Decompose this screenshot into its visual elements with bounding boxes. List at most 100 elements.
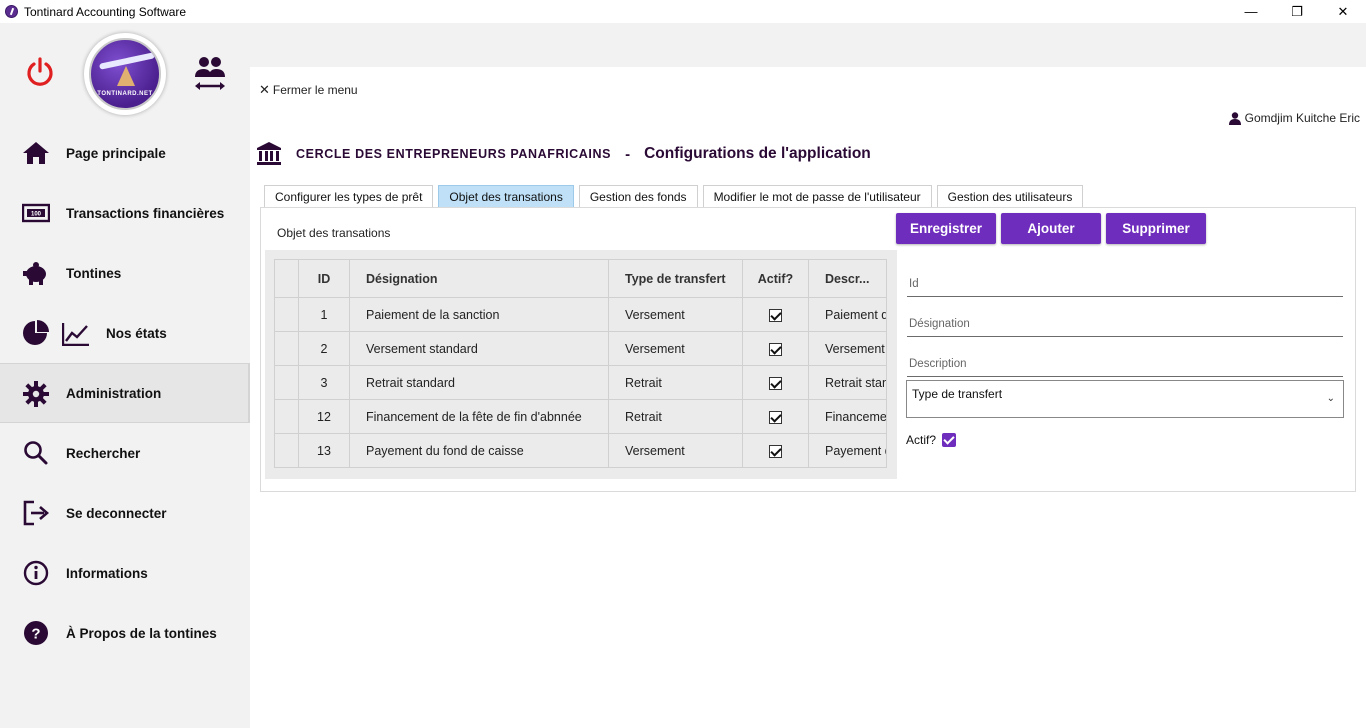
row-selector[interactable]	[274, 331, 299, 366]
info-icon	[23, 560, 49, 586]
title-separator: -	[625, 145, 631, 163]
table-header-row: ID Désignation Type de transfert Actif? …	[274, 259, 887, 298]
user-name: Gomdjim Kuitche Eric	[1244, 111, 1360, 125]
sidebar-item-about[interactable]: ? À Propos de la tontines	[0, 603, 250, 663]
active-label: Actif?	[906, 433, 937, 447]
sidebar-item-transactions[interactable]: 100 Transactions financières	[0, 183, 250, 243]
cell-description: Financement de la fête	[808, 399, 887, 434]
sidebar-item-home[interactable]: Page principale	[0, 123, 250, 183]
id-field[interactable]: Id	[907, 275, 1343, 297]
minimize-button[interactable]: —	[1228, 0, 1274, 23]
tab-panel: Objet des transations Enregistrer Ajoute…	[260, 207, 1356, 492]
row-selector[interactable]	[274, 365, 299, 400]
column-header-description[interactable]: Descr...	[808, 259, 887, 298]
sidebar-item-label: À Propos de la tontines	[66, 625, 217, 641]
active-checkbox[interactable]	[769, 410, 782, 424]
bank-icon	[257, 142, 281, 165]
cell-id: 13	[298, 433, 350, 468]
transfer-type-select[interactable]: Type de transfert ⌄	[906, 380, 1344, 418]
row-selector[interactable]	[274, 433, 299, 468]
cell-transfer-type: Versement	[608, 433, 743, 468]
window-title: Tontinard Accounting Software	[24, 4, 187, 19]
banknote-icon: 100	[22, 203, 50, 223]
company-logo: TONTINARD.NET	[84, 33, 166, 115]
maximize-button[interactable]: ❐	[1274, 0, 1320, 23]
tab-change-password[interactable]: Modifier le mot de passe de l'utilisateu…	[702, 185, 932, 207]
row-selector[interactable]	[274, 399, 299, 434]
sidebar-item-logout[interactable]: Se deconnecter	[0, 483, 250, 543]
transaction-objects-table: ID Désignation Type de transfert Actif? …	[274, 259, 887, 468]
help-icon: ?	[24, 621, 48, 645]
active-form-checkbox[interactable]	[942, 433, 957, 447]
cell-description: Versement standard	[808, 331, 887, 366]
column-header-transfer-type[interactable]: Type de transfert	[608, 259, 743, 298]
save-button[interactable]: Enregistrer	[896, 213, 996, 244]
sidebar-nav: Page principale 100 Transactions financi…	[0, 123, 250, 663]
tab-transaction-objects[interactable]: Objet des transations	[438, 185, 574, 207]
description-field[interactable]: Description	[907, 355, 1343, 377]
table-row[interactable]: 12 Financement de la fête de fin d'abnné…	[274, 399, 887, 434]
add-button[interactable]: Ajouter	[1001, 213, 1101, 244]
data-grid-container: ID Désignation Type de transfert Actif? …	[265, 250, 897, 479]
tab-users[interactable]: Gestion des utilisateurs	[936, 185, 1084, 207]
page-title: Configurations de l'application	[644, 145, 871, 162]
tab-funds[interactable]: Gestion des fonds	[578, 185, 698, 207]
close-menu-label: Fermer le menu	[272, 83, 358, 97]
active-checkbox[interactable]	[769, 308, 782, 322]
table-row[interactable]: 13 Payement du fond de caisse Versement …	[274, 433, 887, 468]
sidebar-item-label: Page principale	[66, 145, 166, 161]
line-chart-icon	[62, 323, 89, 346]
table-row[interactable]: 1 Paiement de la sanction Versement Paie…	[274, 297, 887, 332]
column-header-active[interactable]: Actif?	[742, 259, 809, 298]
settings-tabs: Configurer les types de prêt Objet des t…	[264, 185, 1084, 207]
cell-id: 1	[298, 297, 350, 332]
close-menu-link[interactable]: ✕ Fermer le menu	[259, 82, 358, 98]
cell-active	[742, 399, 809, 434]
designation-placeholder: Désignation	[909, 318, 970, 330]
close-window-button[interactable]: ✕	[1320, 0, 1366, 23]
sidebar-item-label: Se deconnecter	[66, 505, 167, 521]
top-strip	[250, 23, 1366, 67]
column-header-designation[interactable]: Désignation	[349, 259, 609, 298]
svg-text:?: ?	[31, 626, 40, 643]
tab-loan-types[interactable]: Configurer les types de prêt	[264, 185, 434, 207]
cell-designation: Paiement de la sanction	[349, 297, 609, 332]
active-checkbox[interactable]	[769, 376, 782, 390]
active-checkbox[interactable]	[769, 342, 782, 356]
cell-active	[742, 331, 809, 366]
chevron-down-icon: ⌄	[1326, 393, 1335, 404]
designation-field[interactable]: Désignation	[907, 315, 1343, 337]
cell-active	[742, 297, 809, 332]
sidebar-item-reports[interactable]: Nos états	[0, 303, 250, 363]
switch-user-icon[interactable]	[192, 53, 228, 93]
app-logo-icon	[5, 5, 18, 18]
window-controls: — ❐ ✕	[1228, 0, 1366, 23]
table-row[interactable]: 2 Versement standard Versement Versement…	[274, 331, 887, 366]
window-title-bar: Tontinard Accounting Software — ❐ ✕	[0, 0, 1366, 23]
cell-designation: Financement de la fête de fin d'abnnée	[349, 399, 609, 434]
cell-designation: Retrait standard	[349, 365, 609, 400]
sidebar-item-search[interactable]: Rechercher	[0, 423, 250, 483]
cell-id: 3	[298, 365, 350, 400]
power-icon[interactable]	[24, 56, 56, 88]
logo-text: TONTINARD.NET	[97, 91, 153, 97]
search-icon	[24, 441, 48, 465]
sidebar-item-label: Administration	[66, 385, 162, 401]
page-header: CERCLE DES ENTREPRENEURS PANAFRICAINS - …	[256, 139, 871, 169]
logout-icon	[23, 500, 49, 526]
sidebar-item-tontines[interactable]: Tontines	[0, 243, 250, 303]
home-icon	[23, 142, 49, 164]
column-header-id[interactable]: ID	[298, 259, 350, 298]
row-selector[interactable]	[274, 297, 299, 332]
svg-text:100: 100	[31, 212, 42, 218]
pie-chart-icon	[23, 320, 49, 345]
piggy-bank-icon	[23, 262, 46, 285]
delete-button[interactable]: Supprimer	[1106, 213, 1206, 244]
active-checkbox[interactable]	[769, 444, 782, 458]
sidebar-item-label: Informations	[66, 565, 148, 581]
sidebar-item-informations[interactable]: Informations	[0, 543, 250, 603]
table-row[interactable]: 3 Retrait standard Retrait Retrait stand…	[274, 365, 887, 400]
sidebar-item-administration[interactable]: Administration	[0, 363, 250, 423]
cell-transfer-type: Versement	[608, 331, 743, 366]
row-selector-header[interactable]	[274, 259, 299, 298]
